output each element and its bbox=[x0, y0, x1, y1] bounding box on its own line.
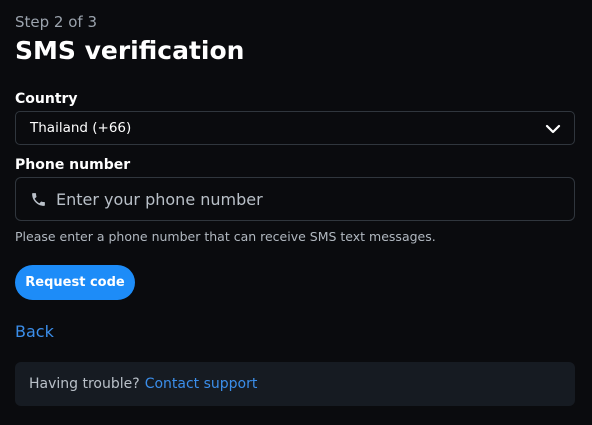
chevron-down-icon bbox=[545, 124, 561, 134]
step-indicator: Step 2 of 3 bbox=[15, 13, 98, 31]
support-panel: Having trouble? Contact support bbox=[15, 362, 575, 406]
page-title: SMS verification bbox=[15, 36, 245, 65]
phone-field[interactable] bbox=[15, 177, 575, 221]
phone-hint: Please enter a phone number that can rec… bbox=[15, 229, 436, 244]
phone-icon bbox=[32, 193, 45, 206]
phone-input[interactable] bbox=[56, 178, 561, 220]
phone-label: Phone number bbox=[15, 157, 131, 173]
country-select-value: Thailand (+66) bbox=[30, 120, 132, 136]
country-select[interactable]: Thailand (+66) bbox=[15, 111, 575, 145]
country-label: Country bbox=[15, 91, 78, 107]
back-link[interactable]: Back bbox=[15, 322, 54, 341]
request-code-button[interactable]: Request code bbox=[15, 265, 135, 300]
contact-support-link[interactable]: Contact support bbox=[145, 376, 258, 392]
support-text: Having trouble? bbox=[29, 376, 140, 392]
